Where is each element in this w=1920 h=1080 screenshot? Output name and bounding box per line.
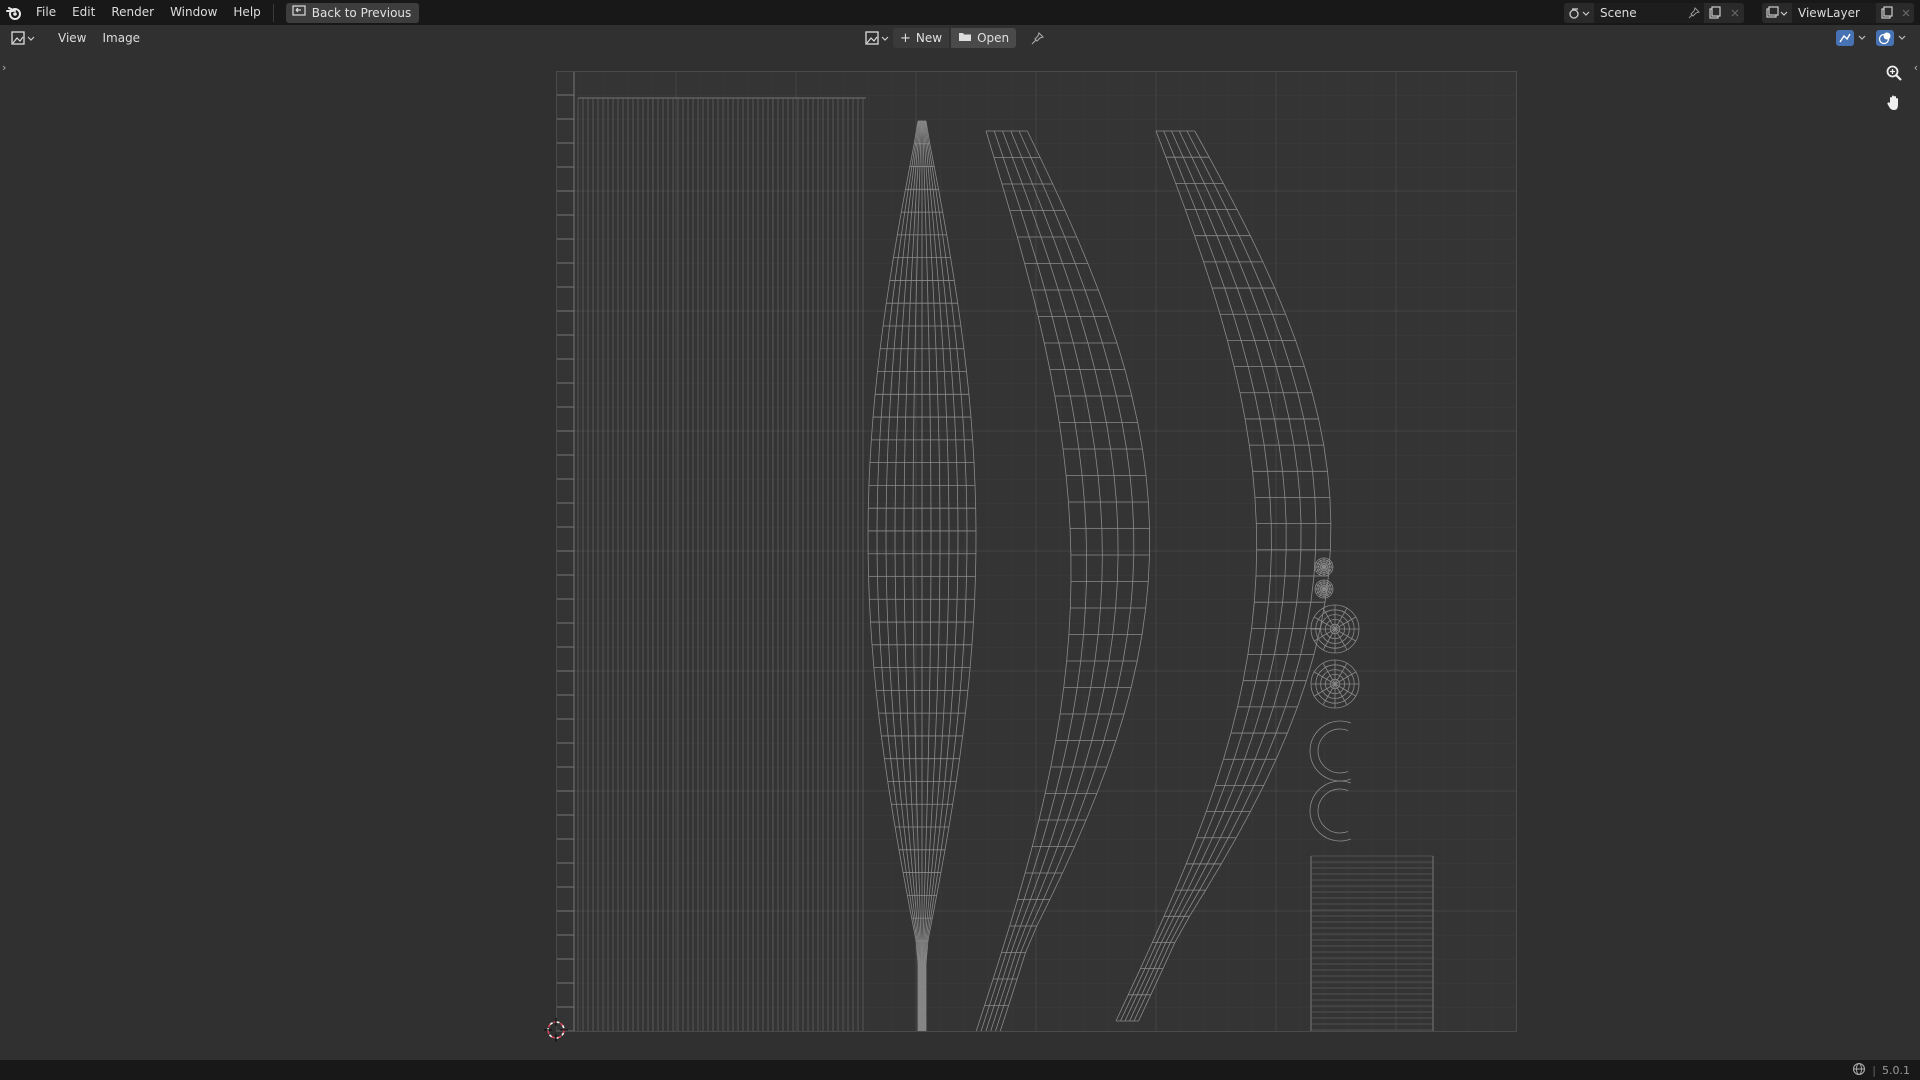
- header-right-tools: [1836, 28, 1906, 48]
- open-image-button[interactable]: Open: [951, 28, 1017, 48]
- image-browse-icon[interactable]: [863, 28, 891, 48]
- uv-editor-viewport[interactable]: › ‹: [0, 51, 1920, 1060]
- back-screen-icon: [292, 5, 306, 20]
- status-bar: | 5.0.1: [0, 1060, 1920, 1080]
- open-label: Open: [977, 31, 1010, 45]
- topbar-right: Scene ViewLayer: [1564, 0, 1920, 25]
- network-icon[interactable]: [1852, 1062, 1866, 1079]
- divider: [272, 3, 274, 22]
- menu-view[interactable]: View: [50, 31, 94, 45]
- menu-file[interactable]: File: [28, 0, 64, 25]
- scene-icon[interactable]: [1564, 2, 1594, 23]
- new-viewlayer-icon[interactable]: [1876, 2, 1898, 23]
- new-scene-icon[interactable]: [1704, 2, 1726, 23]
- image-tools: + New Open: [863, 28, 1050, 48]
- top-bar: File Edit Render Window Help Back to Pre…: [0, 0, 1920, 25]
- blender-logo-icon[interactable]: [0, 0, 28, 25]
- close-icon[interactable]: [1726, 2, 1744, 23]
- menu-help[interactable]: Help: [225, 0, 268, 25]
- new-image-button[interactable]: + New: [893, 28, 950, 48]
- plus-icon: +: [900, 30, 911, 46]
- viewlayer-name-field[interactable]: ViewLayer: [1792, 2, 1876, 23]
- hand-icon[interactable]: [1882, 91, 1906, 115]
- new-label: New: [915, 31, 943, 45]
- back-to-previous-label: Back to Previous: [311, 5, 412, 20]
- menu-window[interactable]: Window: [162, 0, 225, 25]
- menu-image[interactable]: Image: [94, 31, 148, 45]
- version-label: 5.0.1: [1882, 1063, 1910, 1077]
- scene-selector: Scene: [1564, 2, 1744, 23]
- uv-sync-icon[interactable]: [1836, 28, 1866, 48]
- menu-edit[interactable]: Edit: [64, 0, 103, 25]
- toolbar-expand-arrow[interactable]: ›: [2, 61, 6, 74]
- uv-canvas[interactable]: [556, 71, 1517, 1032]
- editor-header: View Image + New Open: [0, 25, 1920, 51]
- folder-icon: [958, 31, 972, 45]
- overlay-icon[interactable]: [1876, 28, 1906, 48]
- close-viewlayer-icon[interactable]: [1898, 2, 1914, 23]
- back-to-previous-button[interactable]: Back to Previous: [285, 2, 420, 23]
- pin-icon[interactable]: [1684, 2, 1704, 23]
- status-divider: |: [1872, 1063, 1876, 1077]
- 2d-cursor-icon[interactable]: [543, 1017, 569, 1043]
- image-editor-icon[interactable]: [10, 28, 38, 48]
- zoom-icon[interactable]: [1882, 61, 1906, 85]
- pin-image-icon[interactable]: [1024, 28, 1050, 48]
- viewlayer-selector: ViewLayer: [1762, 2, 1914, 23]
- menu-render[interactable]: Render: [103, 0, 162, 25]
- sidebar-expand-arrow[interactable]: ‹: [1914, 61, 1918, 74]
- scene-name-field[interactable]: Scene: [1594, 2, 1684, 23]
- viewlayer-icon[interactable]: [1762, 2, 1792, 23]
